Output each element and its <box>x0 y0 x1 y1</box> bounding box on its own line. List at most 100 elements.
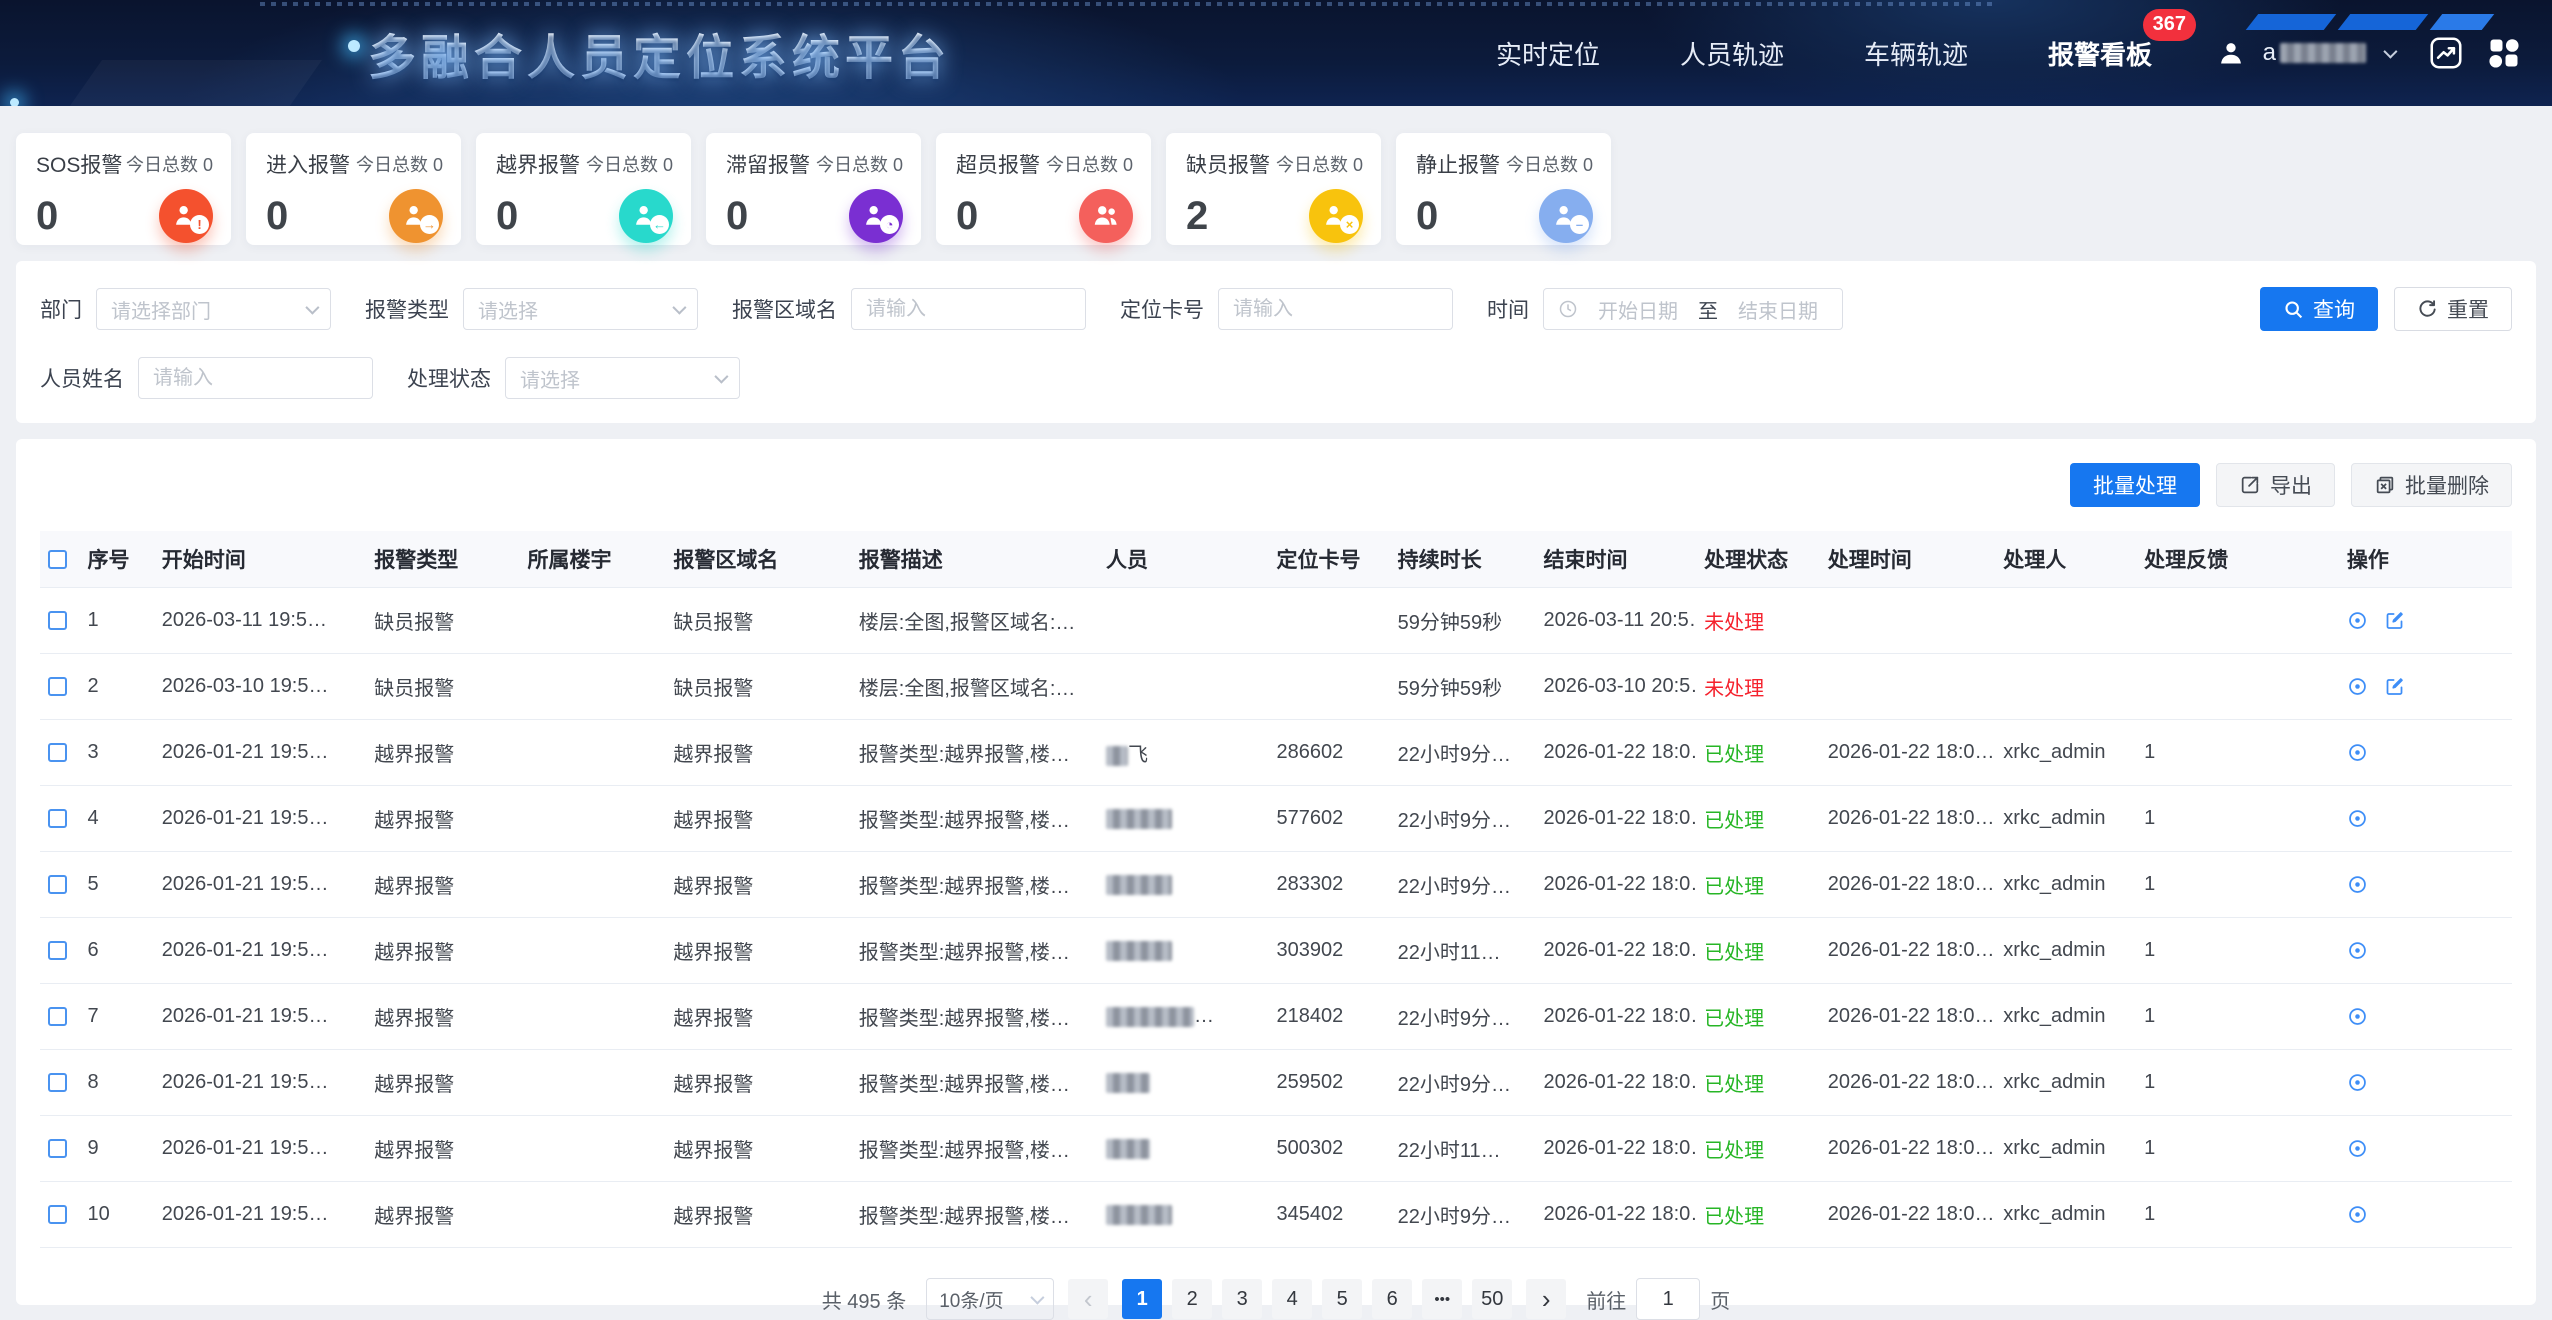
row-checkbox[interactable] <box>48 809 67 828</box>
alert-card-icon-badge: ◔ <box>880 215 899 234</box>
department-select[interactable]: 请选择部门 <box>96 288 331 330</box>
view-detail-icon[interactable] <box>2347 610 2368 631</box>
edit-icon[interactable] <box>2384 610 2405 631</box>
person-name-input[interactable] <box>138 357 373 399</box>
column-header-定位卡号: 定位卡号 <box>1269 531 1390 588</box>
cell-no: 4 <box>80 786 154 852</box>
cell-alarm-type: 越界报警 <box>366 918 519 984</box>
goto-page-input[interactable] <box>1636 1278 1700 1320</box>
next-page-button[interactable]: › <box>1526 1279 1566 1319</box>
page-buttons: 123456•••50 <box>1122 1279 1512 1319</box>
view-detail-icon[interactable] <box>2347 1138 2368 1159</box>
row-checkbox[interactable] <box>48 875 67 894</box>
cell-handle-status: 已处理 <box>1696 1116 1820 1182</box>
person-name-masked <box>1106 1205 1172 1225</box>
cell-card-no: 500302 <box>1269 1116 1390 1182</box>
trend-chart-icon[interactable] <box>2426 33 2466 73</box>
cell-handle-time: 2026-01-22 18:0… <box>1820 918 1996 984</box>
chevron-down-icon[interactable] <box>2383 45 2397 59</box>
card-no-input[interactable] <box>1218 288 1453 330</box>
cell-handle-time: 2026-01-22 18:0… <box>1820 984 1996 1050</box>
row-checkbox[interactable] <box>48 1205 67 1224</box>
nav-item-车辆轨迹[interactable]: 车辆轨迹 <box>1864 35 1968 72</box>
cell-no: 2 <box>80 654 154 720</box>
cell-area-name: 越界报警 <box>665 852 850 918</box>
cell-building <box>520 1050 666 1116</box>
area-name-input[interactable] <box>851 288 1086 330</box>
select-all-checkbox[interactable] <box>48 550 67 569</box>
cell-end-time: 2026-01-22 18:0… <box>1535 918 1696 984</box>
alert-card-today-total: 今日总数 0 <box>1506 151 1593 177</box>
cell-handler <box>1995 588 2136 654</box>
reset-button[interactable]: 重置 <box>2394 287 2512 331</box>
cell-feedback <box>2136 588 2339 654</box>
cell-duration: 22小时9分… <box>1390 984 1536 1050</box>
cell-duration: 22小时9分… <box>1390 1182 1536 1248</box>
row-checkbox[interactable] <box>48 677 67 696</box>
cell-no: 8 <box>80 1050 154 1116</box>
nav-item-实时定位[interactable]: 实时定位 <box>1496 35 1600 72</box>
person-name-masked <box>1106 809 1172 829</box>
page-button-5[interactable]: 5 <box>1322 1279 1362 1319</box>
view-detail-icon[interactable] <box>2347 676 2368 697</box>
goto-label: 前往 <box>1586 1285 1626 1314</box>
view-detail-icon[interactable] <box>2347 808 2368 829</box>
refresh-icon <box>2417 299 2438 320</box>
nav-item-报警看板[interactable]: 报警看板367 <box>2048 35 2152 72</box>
export-button[interactable]: 导出 <box>2216 463 2335 507</box>
prev-page-button[interactable]: ‹ <box>1068 1279 1108 1319</box>
alert-card-value: 0 <box>1416 196 1438 236</box>
cell-start-time: 2026-01-21 19:5… <box>154 984 367 1050</box>
view-detail-icon[interactable] <box>2347 940 2368 961</box>
person-still-icon: – <box>1539 189 1593 243</box>
alert-card-today-total: 今日总数 0 <box>1046 151 1133 177</box>
view-detail-icon[interactable] <box>2347 1006 2368 1027</box>
page-button-1[interactable]: 1 <box>1122 1279 1162 1319</box>
chevron-down-icon <box>714 370 728 384</box>
page-size-select[interactable]: 10条/页 <box>926 1278 1054 1320</box>
page-button-6[interactable]: 6 <box>1372 1279 1412 1319</box>
user-name[interactable]: a <box>2263 39 2366 67</box>
cell-building <box>520 1116 666 1182</box>
nav-item-人员轨迹[interactable]: 人员轨迹 <box>1680 35 1784 72</box>
page-button-2[interactable]: 2 <box>1172 1279 1212 1319</box>
table-row: 12026-03-11 19:5…缺员报警缺员报警楼层:全图,报警区域名:…59… <box>40 588 2512 654</box>
alert-card-value: 0 <box>726 196 748 236</box>
row-checkbox[interactable] <box>48 941 67 960</box>
handle-status-select[interactable]: 请选择 <box>505 357 740 399</box>
cell-description: 报警类型:越界报警,楼… <box>851 1050 1098 1116</box>
row-checkbox[interactable] <box>48 1073 67 1092</box>
batch-delete-button[interactable]: 批量删除 <box>2351 463 2512 507</box>
more-pages-button[interactable]: ••• <box>1422 1279 1462 1319</box>
view-detail-icon[interactable] <box>2347 742 2368 763</box>
filter-label-alarm-type: 报警类型 <box>365 294 449 324</box>
page-button-4[interactable]: 4 <box>1272 1279 1312 1319</box>
person-name-masked <box>1106 941 1172 961</box>
cell-person <box>1098 588 1269 654</box>
user-zone: a <box>2217 0 2524 106</box>
date-range-picker[interactable]: 开始日期 至 结束日期 <box>1543 288 1843 330</box>
row-checkbox[interactable] <box>48 743 67 762</box>
edit-icon[interactable] <box>2384 676 2405 697</box>
search-button[interactable]: 查询 <box>2260 287 2378 331</box>
page-button-3[interactable]: 3 <box>1222 1279 1262 1319</box>
cell-description: 报警类型:越界报警,楼… <box>851 1116 1098 1182</box>
alert-card-today-total: 今日总数 0 <box>586 151 673 177</box>
row-checkbox[interactable] <box>48 1139 67 1158</box>
alarm-type-select[interactable]: 请选择 <box>463 288 698 330</box>
batch-process-button[interactable]: 批量处理 <box>2070 463 2200 507</box>
cell-handler: xrkc_admin <box>1995 1050 2136 1116</box>
view-detail-icon[interactable] <box>2347 1072 2368 1093</box>
pagination-total: 共 495 条 <box>822 1285 906 1314</box>
cell-handler: xrkc_admin <box>1995 918 2136 984</box>
view-detail-icon[interactable] <box>2347 1204 2368 1225</box>
row-checkbox[interactable] <box>48 611 67 630</box>
cell-handle-status: 未处理 <box>1696 654 1820 720</box>
cell-no: 5 <box>80 852 154 918</box>
person-name-masked <box>1106 1139 1150 1159</box>
apps-grid-icon[interactable] <box>2484 33 2524 73</box>
page-button-50[interactable]: 50 <box>1472 1279 1512 1319</box>
row-checkbox[interactable] <box>48 1007 67 1026</box>
cell-duration: 59分钟59秒 <box>1390 588 1536 654</box>
view-detail-icon[interactable] <box>2347 874 2368 895</box>
